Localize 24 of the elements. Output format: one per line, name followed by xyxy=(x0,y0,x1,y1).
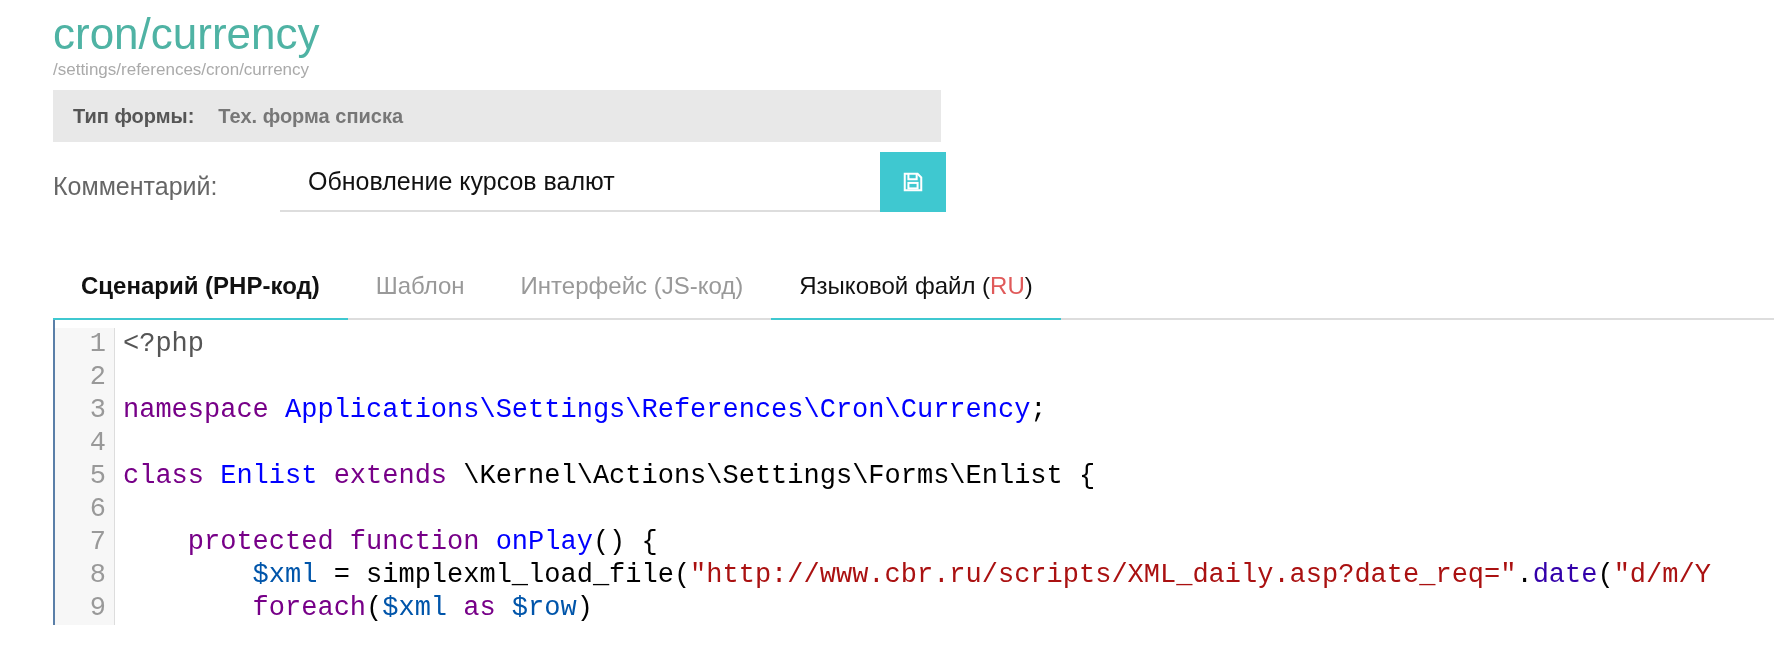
line-number: 4 xyxy=(89,428,106,458)
page-title: cron/currency xyxy=(53,8,321,60)
code-line: $xml = simplexml_load_file("http://www.cbr.ru/scripts/XML_daily.asp?date_req=".date("d/m/Y xyxy=(251,560,1711,590)
comment-label: Комментарий: xyxy=(53,171,219,203)
tab[interactable]: Сценарий (PHP-код) xyxy=(53,254,348,320)
code-line: foreach($xml as $row) xyxy=(251,593,593,623)
comment-field[interactable]: Обновление курсов валют xyxy=(280,152,880,212)
form-type-value: Тех. форма списка xyxy=(218,104,403,129)
line-number: 3 xyxy=(89,395,106,425)
line-number: 2 xyxy=(89,362,106,392)
code-line: namespace Applications\Settings\References\Cron\Currency; xyxy=(123,395,1047,425)
line-number: 5 xyxy=(89,461,106,491)
page-path: /settings/references/cron/currency xyxy=(53,60,311,80)
line-number: 7 xyxy=(89,527,106,557)
code-line: class Enlist extends \Kernel\Actions\Settings\Forms\Enlist { xyxy=(123,461,1096,491)
code-line: <?php xyxy=(123,329,204,359)
code-line: protected function onPlay() { xyxy=(186,527,658,557)
save-icon xyxy=(902,171,924,193)
form-type-label: Тип формы: xyxy=(73,104,195,129)
line-number: 9 xyxy=(89,593,106,623)
line-number: 1 xyxy=(89,329,106,359)
line-number: 6 xyxy=(89,494,106,524)
line-number: 8 xyxy=(89,560,106,590)
tab[interactable]: Языковой файл (RU) xyxy=(771,254,1061,320)
